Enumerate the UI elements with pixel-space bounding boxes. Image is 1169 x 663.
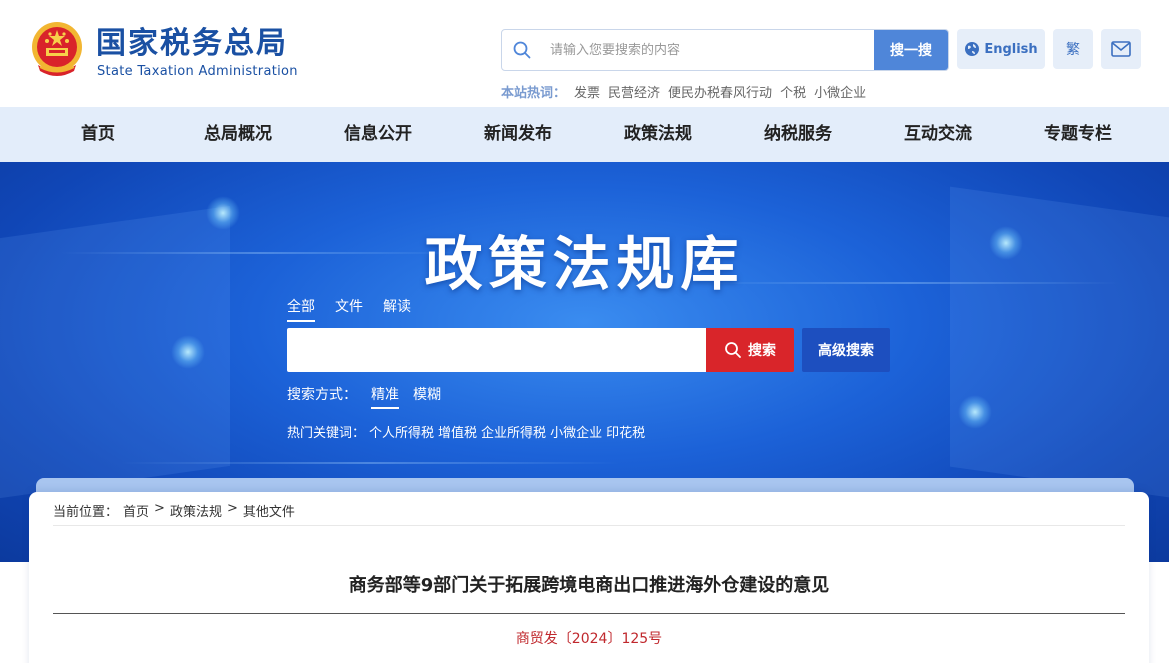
english-label: English [984, 41, 1038, 57]
hotword-link[interactable]: 便民办税春风行动 [668, 82, 772, 101]
policy-search-input[interactable] [287, 328, 707, 372]
main-nav: 首页 总局概况 信息公开 新闻发布 政策法规 纳税服务 互动交流 专题专栏 [0, 107, 1169, 162]
nav-item-info-disclosure[interactable]: 信息公开 [308, 107, 448, 162]
site-header: 国家税务总局 State Taxation Administration 搜一搜… [0, 0, 1169, 107]
nav-item-home[interactable]: 首页 [28, 107, 168, 162]
search-icon [513, 41, 531, 59]
search-mode: 搜索方式： 精准 模糊 [287, 384, 441, 409]
banner-title: 政策法规库 [424, 230, 745, 298]
site-logo-subtitle[interactable]: State Taxation Administration [97, 64, 298, 79]
hotword-link[interactable]: 发票 [574, 82, 600, 101]
breadcrumb-policy[interactable]: 政策法规 [170, 501, 222, 520]
globe-icon [965, 42, 980, 56]
nav-item-news[interactable]: 新闻发布 [448, 107, 588, 162]
mail-icon [1111, 41, 1131, 57]
policy-search-button[interactable]: 搜索 [706, 328, 794, 372]
banner-decor [120, 462, 620, 464]
breadcrumb-home[interactable]: 首页 [123, 501, 149, 520]
hotword-link[interactable]: 个税 [780, 82, 806, 101]
mode-exact[interactable]: 精准 [371, 384, 399, 409]
nav-item-policy[interactable]: 政策法规 [588, 107, 728, 162]
breadcrumb-other-docs[interactable]: 其他文件 [243, 501, 295, 520]
hot-keywords-label: 热门关键词： [287, 426, 366, 441]
breadcrumb: 当前位置： 首页 > 政策法规 > 其他文件 [53, 501, 295, 520]
tab-documents[interactable]: 文件 [335, 296, 363, 322]
traditional-chinese-button[interactable]: 繁 [1053, 29, 1093, 69]
site-search-input[interactable] [542, 30, 872, 70]
breadcrumb-divider [53, 525, 1125, 526]
site-search-button[interactable]: 搜一搜 [874, 30, 948, 70]
nav-item-interaction[interactable]: 互动交流 [868, 107, 1008, 162]
tab-all[interactable]: 全部 [287, 296, 315, 322]
site-hotwords: 本站热词： 发票 民营经济 便民办税春风行动 个税 小微企业 [501, 82, 866, 101]
hotword-link[interactable]: 民营经济 [608, 82, 660, 101]
document-card: 当前位置： 首页 > 政策法规 > 其他文件 商务部等9部门关于拓展跨境电商出口… [29, 492, 1149, 663]
hotwords-label: 本站热词： [501, 86, 567, 101]
mail-button[interactable] [1101, 29, 1141, 69]
hot-keyword-link[interactable]: 增值税 [438, 422, 477, 441]
document-title: 商务部等9部门关于拓展跨境电商出口推进海外仓建设的意见 [348, 575, 830, 596]
breadcrumb-label: 当前位置： [53, 505, 119, 520]
document-number: 商贸发〔2024〕125号 [515, 631, 663, 647]
banner-decor [958, 395, 992, 429]
title-divider [53, 613, 1125, 614]
nav-item-about[interactable]: 总局概况 [168, 107, 308, 162]
mode-fuzzy[interactable]: 模糊 [413, 384, 441, 409]
english-button[interactable]: English [957, 29, 1045, 69]
hot-keyword-link[interactable]: 个人所得税 [369, 422, 434, 441]
hot-keywords: 热门关键词： 个人所得税 增值税 企业所得税 小微企业 印花税 [287, 422, 645, 441]
site-search-box: 搜一搜 [501, 29, 949, 71]
hot-keyword-link[interactable]: 小微企业 [550, 422, 602, 441]
advanced-search-button[interactable]: 高级搜索 [802, 328, 890, 372]
hot-keyword-link[interactable]: 企业所得税 [481, 422, 546, 441]
tab-interpretations[interactable]: 解读 [383, 296, 411, 322]
breadcrumb-separator: > [154, 501, 165, 516]
policy-search-label: 搜索 [748, 343, 776, 359]
nav-item-topics[interactable]: 专题专栏 [1008, 107, 1148, 162]
national-emblem-icon[interactable] [30, 21, 84, 79]
hot-keyword-link[interactable]: 印花税 [606, 422, 645, 441]
search-icon [725, 342, 741, 358]
site-logo-title[interactable]: 国家税务总局 [96, 24, 288, 64]
breadcrumb-separator: > [226, 501, 238, 516]
search-scope-tabs: 全部 文件 解读 [287, 296, 411, 322]
banner-decor [171, 335, 205, 369]
hotword-link[interactable]: 小微企业 [814, 82, 866, 101]
nav-item-tax-service[interactable]: 纳税服务 [728, 107, 868, 162]
search-mode-label: 搜索方式： [287, 387, 357, 403]
